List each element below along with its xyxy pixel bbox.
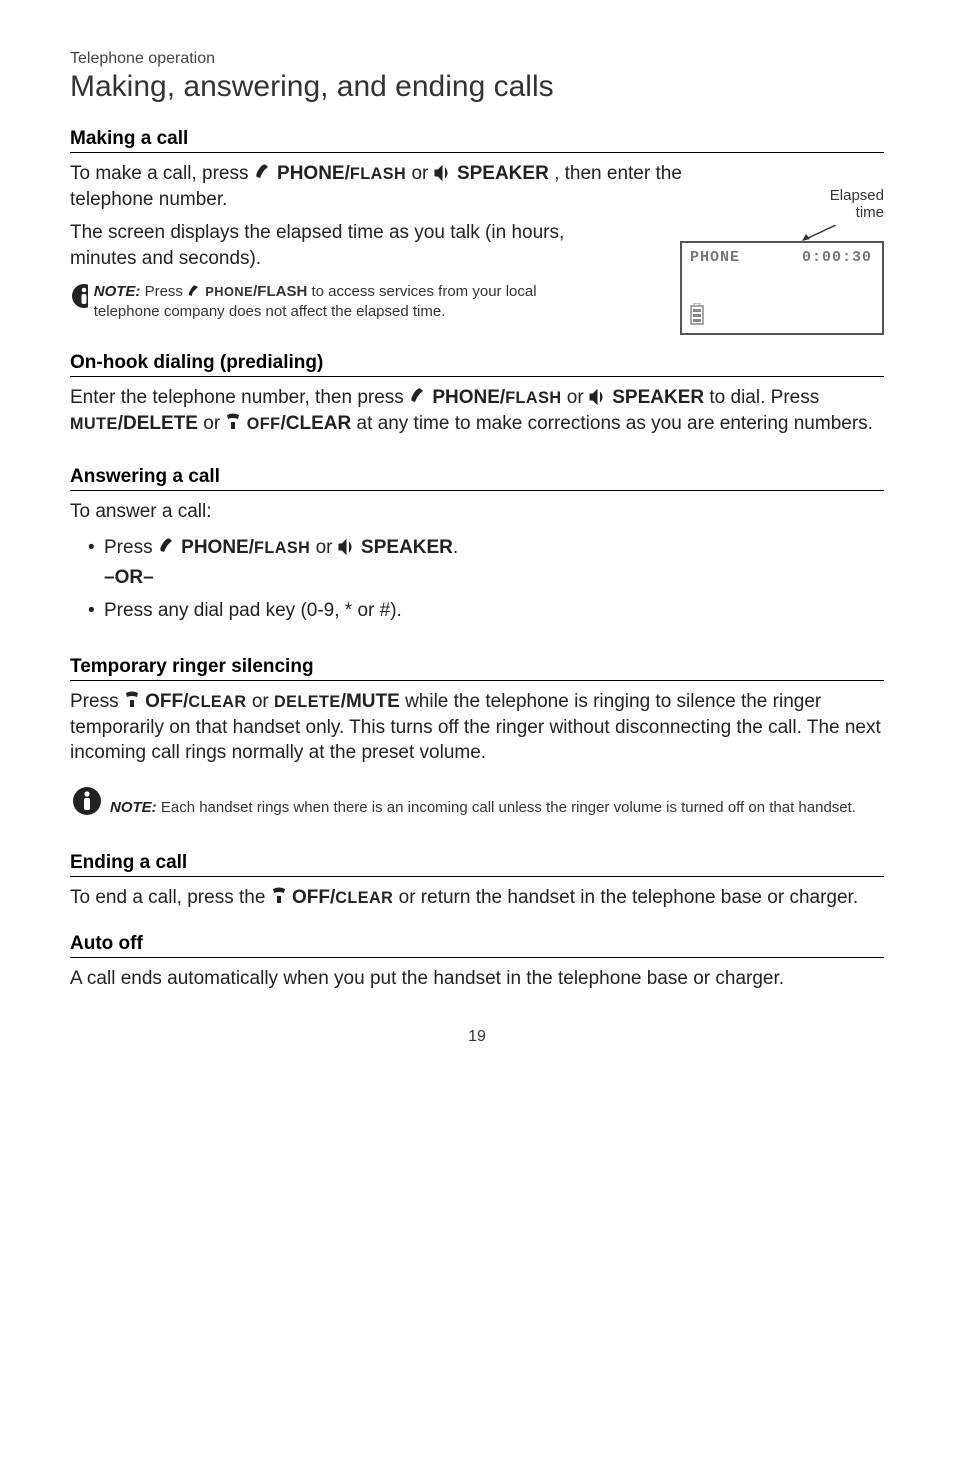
lcd-right-text: 0:00:30: [802, 249, 872, 266]
clear-label: CLEAR: [188, 693, 246, 711]
predial-paragraph: Enter the telephone number, then press P…: [70, 385, 884, 436]
speaker-icon: [338, 539, 356, 555]
phone-label: PHONE/: [432, 387, 505, 408]
text: Enter the telephone number, then press: [70, 387, 409, 408]
clear-label: /CLEAR: [281, 413, 352, 434]
section-heading-auto-off: Auto off: [70, 933, 884, 958]
speaker-label: SPEAKER: [457, 163, 549, 184]
lcd-left-text: PHONE: [690, 249, 740, 266]
speaker-icon: [434, 165, 452, 181]
handset-off-icon: [225, 413, 241, 431]
page-container: Telephone operation Making, answering, a…: [0, 0, 954, 1076]
phone-label: PHONE/: [181, 537, 254, 558]
making-call-p1: To make a call, press PHONE/FLASH or SPE…: [70, 161, 710, 212]
text: or return the handset in the telephone b…: [399, 887, 858, 908]
lcd-screen: PHONE 0:00:30: [680, 241, 884, 335]
speaker-label: SPEAKER: [612, 387, 704, 408]
mute-label: MUTE: [70, 415, 118, 433]
info-icon: [70, 784, 104, 818]
list-item: Press any dial pad key (0-9, * or #).: [88, 596, 884, 626]
arrow-icon: [800, 225, 840, 241]
phone-label: PHONE/: [277, 163, 350, 184]
delete-label: /DELETE: [118, 413, 198, 434]
elapsed-label-line1: Elapsed: [830, 187, 884, 204]
lcd-illustration: Elapsed time PHONE 0:00:30: [680, 188, 884, 335]
mute-label: /MUTE: [341, 691, 400, 712]
text: or: [316, 537, 338, 558]
note-label: NOTE:: [110, 799, 157, 816]
flash-label: FLASH: [350, 165, 406, 183]
flash-label: /FLASH: [253, 283, 307, 300]
delete-label: DELETE: [274, 693, 341, 711]
making-call-note: NOTE: Press PHONE/FLASH to access servic…: [70, 282, 600, 323]
section-heading-answer: Answering a call: [70, 466, 884, 491]
text: .: [453, 537, 458, 558]
page-title: Making, answering, and ending calls: [70, 70, 884, 104]
text: to dial. Press: [709, 387, 819, 408]
section-heading-end-call: Ending a call: [70, 852, 884, 877]
elapsed-label-line2: time: [856, 204, 884, 221]
lcd-top-row: PHONE 0:00:30: [682, 243, 882, 266]
battery-icon: [690, 303, 704, 325]
text: Press: [70, 691, 124, 712]
speaker-label: SPEAKER: [361, 537, 453, 558]
handset-off-icon: [124, 691, 140, 709]
section-category: Telephone operation: [70, 50, 884, 68]
text: Press: [145, 283, 188, 300]
clear-label: CLEAR: [335, 889, 393, 907]
phone-label: PHONE: [205, 284, 253, 299]
section-heading-temp-ringer: Temporary ringer silencing: [70, 656, 884, 681]
flash-label: FLASH: [505, 389, 561, 407]
note-label: NOTE:: [94, 283, 141, 300]
info-icon: [70, 282, 88, 310]
text: at any time to make corrections as you a…: [357, 413, 873, 434]
elapsed-time-label: Elapsed time: [830, 188, 884, 221]
text: Each handset rings when there is an inco…: [161, 799, 856, 816]
text: or: [567, 387, 589, 408]
off-label: OFF/: [145, 691, 188, 712]
text: To make a call, press: [70, 163, 254, 184]
section-heading-making-call: Making a call: [70, 128, 884, 153]
handset-icon: [254, 163, 272, 181]
end-call-paragraph: To end a call, press the OFF/CLEAR or re…: [70, 885, 884, 911]
off-label: OFF/: [292, 887, 335, 908]
text: or: [203, 413, 225, 434]
text: To end a call, press the: [70, 887, 271, 908]
page-number: 19: [70, 1028, 884, 1046]
temp-ringer-paragraph: Press OFF/CLEAR or DELETE/MUTE while the…: [70, 689, 884, 766]
handset-icon: [158, 537, 176, 555]
handset-icon: [409, 387, 427, 405]
text: or: [252, 691, 274, 712]
list-item: Press PHONE/FLASH or SPEAKER. –OR–: [88, 533, 884, 594]
text: or: [411, 163, 433, 184]
speaker-icon: [589, 389, 607, 405]
flash-label: FLASH: [254, 539, 310, 557]
handset-icon: [187, 284, 201, 298]
or-separator: –OR–: [104, 567, 154, 588]
answer-intro: To answer a call:: [70, 499, 884, 525]
answer-list: Press PHONE/FLASH or SPEAKER. –OR– Press…: [74, 533, 884, 626]
off-label: OFF: [247, 415, 281, 433]
text: Press: [104, 537, 158, 558]
making-call-p2: The screen displays the elapsed time as …: [70, 220, 590, 271]
note-body: NOTE: Each handset rings when there is a…: [110, 784, 856, 818]
auto-off-paragraph: A call ends automatically when you put t…: [70, 966, 884, 992]
temp-ringer-note: NOTE: Each handset rings when there is a…: [70, 784, 884, 818]
note-body: NOTE: Press PHONE/FLASH to access servic…: [94, 282, 600, 323]
section-heading-predial: On-hook dialing (predialing): [70, 352, 884, 377]
handset-off-icon: [271, 887, 287, 905]
